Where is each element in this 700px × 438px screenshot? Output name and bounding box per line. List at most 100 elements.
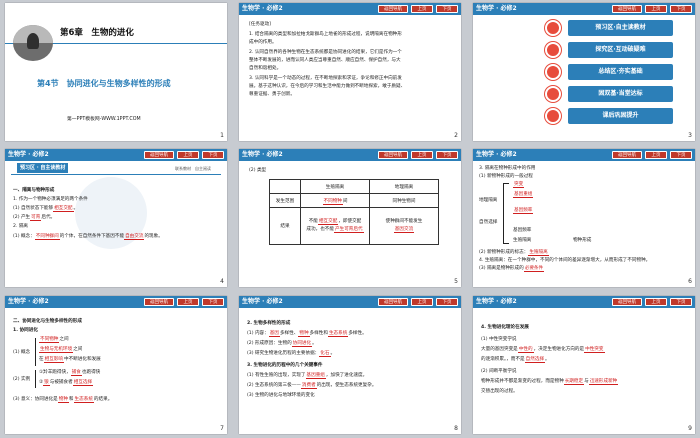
- slide-thumbnail-4[interactable]: 生物学 · 必修2 返回导航 上页 下页 预习区 · 自主读教材 联系教材 自主…: [5, 149, 227, 287]
- table-cell: 不同物种间: [300, 193, 370, 208]
- text-line: (2) 形成原因：生物的协同进化。: [247, 341, 317, 347]
- header-title: 生物学 · 必修2: [242, 151, 283, 158]
- next-page-button[interactable]: 下页: [436, 298, 458, 306]
- text-line: (3) 意义：协同进化是物种和生态系统的结果。: [13, 397, 113, 403]
- table-title: (2) 类型: [249, 168, 267, 173]
- text-line: (1) 新物种形成的一般过程: [479, 174, 533, 179]
- answer-blank: 可育: [30, 215, 42, 221]
- flow-blank: 基因频率: [513, 207, 534, 214]
- menu-item-homework[interactable]: 课后巩固提升: [568, 108, 673, 124]
- next-page-button[interactable]: 下页: [202, 298, 224, 306]
- menu-item-practice[interactable]: 固双基·当堂达标: [568, 86, 673, 102]
- answer-blank: 基因频率: [513, 208, 534, 214]
- prev-page-button[interactable]: 上页: [411, 5, 433, 13]
- answer-blank: 不同物种: [322, 198, 343, 205]
- back-nav-button[interactable]: 返回导航: [378, 5, 408, 13]
- text-line: 整体不断发展的，进而认同人类应当尊重自然、顺应自然、保护自然，与大: [249, 58, 401, 63]
- next-page-button[interactable]: 下页: [670, 151, 692, 159]
- prev-page-button[interactable]: 上页: [411, 298, 433, 306]
- back-nav-button[interactable]: 返回导航: [612, 5, 642, 13]
- text-fragment: 间: [342, 198, 348, 204]
- menu-item-preview[interactable]: 预习区·自主读教材: [568, 20, 673, 36]
- text-line: (1) 自然状态下能够相互交配。: [13, 206, 79, 212]
- slide-header: 生物学 · 必修2 返回导航 上页 下页: [5, 149, 227, 161]
- flow-step: 基因频率: [513, 228, 532, 233]
- slide-thumbnail-3[interactable]: 生物学 · 必修2 返回导航 上页 下页 预习区·自主读教材 探究区·互动破疑难…: [473, 3, 695, 141]
- answer-blank: 中性突变: [584, 347, 605, 353]
- text-line: 3. 认同科学是一个动态的过程，在不断地探索和求证，争论和修正中向前发: [249, 76, 402, 81]
- slide-thumbnail-6[interactable]: 生物学 · 必修2 返回导航 上页 下页 3. 隔离在物种形成中的作用 (1) …: [473, 149, 695, 287]
- text-line: 1. 作为一个物种必须满足的两个条件: [13, 197, 88, 202]
- menu-bullet-icon: [545, 64, 561, 80]
- back-nav-button[interactable]: 返回导航: [378, 298, 408, 306]
- slide-thumbnail-8[interactable]: 生物学 · 必修2 返回导航 上页 下页 2. 生物多样性的形成 (1) 内容：…: [239, 296, 461, 434]
- prev-page-button[interactable]: 上页: [645, 151, 667, 159]
- menu-item-explore[interactable]: 探究区·互动破疑难: [568, 42, 673, 58]
- flow-bracket: [503, 183, 509, 184]
- text-line: 展。基于这种认识，在今后的学习和生活中能力做到不断地探索，敢于质疑、: [249, 84, 406, 89]
- slide-header: 生物学 · 必修2 返回导航 上页 下页: [239, 296, 461, 308]
- answer-blank: 消费者: [300, 383, 317, 389]
- back-nav-button[interactable]: 返回导航: [378, 151, 408, 159]
- answer-blank: 基因交流: [393, 227, 415, 233]
- next-page-button[interactable]: 下页: [436, 5, 458, 13]
- slide-thumbnail-2[interactable]: 生物学 · 必修2 返回导航 上页 下页 [任务驱动] 1. 结合隔离的类型和加…: [239, 3, 461, 141]
- text-line: 4. 生物进化理论在发展: [481, 325, 529, 330]
- slide-thumbnail-7[interactable]: 生物学 · 必修2 返回导航 上页 下页 二、协同进化与生物多样性的形成 1. …: [5, 296, 227, 434]
- text-line: 4. 生殖隔离：在一个种群中，不同的个体间的差异逐渐增大，从而形成了不同物种。: [479, 258, 651, 263]
- menu-item-summary[interactable]: 总结区·夯实基础: [568, 64, 673, 80]
- slide-header: 生物学 · 必修2 返回导航 上页 下页: [473, 296, 695, 308]
- text-fragment: 的结果。: [93, 397, 113, 402]
- slide-thumbnail-9[interactable]: 生物学 · 必修2 返回导航 上页 下页 4. 生物进化理论在发展 (1) 中性…: [473, 296, 695, 434]
- slide-header: 生物学 · 必修2 返回导航 上页 下页: [473, 3, 695, 15]
- back-nav-button[interactable]: 返回导航: [612, 151, 642, 159]
- text-fragment: 的现象。: [144, 234, 163, 239]
- answer-blank: 基因重组: [513, 192, 534, 198]
- next-page-button[interactable]: 下页: [670, 298, 692, 306]
- slide-thumbnail-5[interactable]: 生物学 · 必修2 返回导航 上页 下页 (2) 类型 生殖隔离 地理隔离 发生…: [239, 149, 461, 287]
- section-tag: 预习区 · 自主读教材: [17, 163, 69, 173]
- text-line: 二、协同进化与生物多样性的形成: [13, 319, 82, 324]
- prev-page-button[interactable]: 上页: [411, 151, 433, 159]
- text-line: 成中的作用。: [249, 40, 277, 45]
- text-line: 的逐渐积累。，而不是自然选择。: [481, 357, 550, 363]
- page-number: 4: [220, 278, 224, 285]
- prev-page-button[interactable]: 上页: [177, 298, 199, 306]
- back-nav-button[interactable]: 返回导航: [144, 298, 174, 306]
- prev-page-button[interactable]: 上页: [645, 5, 667, 13]
- answer-blank: 基因重组: [305, 373, 326, 379]
- table-cell: 使种群间不能发生 基因交流: [369, 207, 439, 245]
- text-line: 2. 隔离: [13, 224, 29, 229]
- concept-item: 在相互影响中不断进化和发展: [39, 357, 101, 363]
- answer-blank: 生物与无机环境: [39, 347, 74, 353]
- text-line: 一、隔离与物种形成: [13, 188, 55, 193]
- prev-page-button[interactable]: 上页: [177, 151, 199, 159]
- example-bracket: [35, 370, 36, 388]
- flow-bracket: [503, 243, 509, 244]
- flow-blank: 突变: [513, 181, 525, 188]
- text-line: 自然和谐相处。: [249, 66, 282, 71]
- text-line: 1. 协同进化: [13, 328, 38, 333]
- text-fragment: (1) 有性生殖的出现，实现了: [247, 373, 306, 378]
- text-fragment: (2) 生态系统的第三极——: [247, 383, 301, 388]
- next-page-button[interactable]: 下页: [202, 151, 224, 159]
- back-nav-button[interactable]: 返回导航: [144, 151, 174, 159]
- slide-thumbnail-1[interactable]: 第6章 生物的进化 第4节 协同进化与生物多样性的形成 第一PPT模板网-WWW…: [5, 3, 227, 141]
- answer-blank: 生殖隔离: [528, 250, 549, 256]
- next-page-button[interactable]: 下页: [436, 151, 458, 159]
- text-fragment: 不能: [308, 219, 318, 224]
- example-item: ①羚羊跑得快，捕食也跑得快: [39, 370, 101, 376]
- answer-blank: 产生可育后代: [334, 227, 364, 233]
- text-line: 物种形成并不都是渐变的过程，而是物种长期稳定与迅速形成新种: [481, 378, 619, 385]
- text-fragment: 使种群间不能发生: [385, 219, 423, 224]
- prev-page-button[interactable]: 上页: [645, 298, 667, 306]
- text-fragment: (1) 自然状态下能够: [13, 206, 54, 211]
- text-fragment: (3) 隔离是物种形成的: [479, 266, 524, 271]
- table-cell: 结果: [269, 207, 301, 245]
- next-page-button[interactable]: 下页: [670, 5, 692, 13]
- back-nav-button[interactable]: 返回导航: [612, 298, 642, 306]
- text-line: (3) 隔离是物种形成的必要条件: [479, 265, 545, 272]
- flow-step: 物种形成: [573, 238, 592, 243]
- answer-blank: 自由交流: [124, 234, 145, 240]
- text-line: [任务驱动]: [249, 22, 271, 27]
